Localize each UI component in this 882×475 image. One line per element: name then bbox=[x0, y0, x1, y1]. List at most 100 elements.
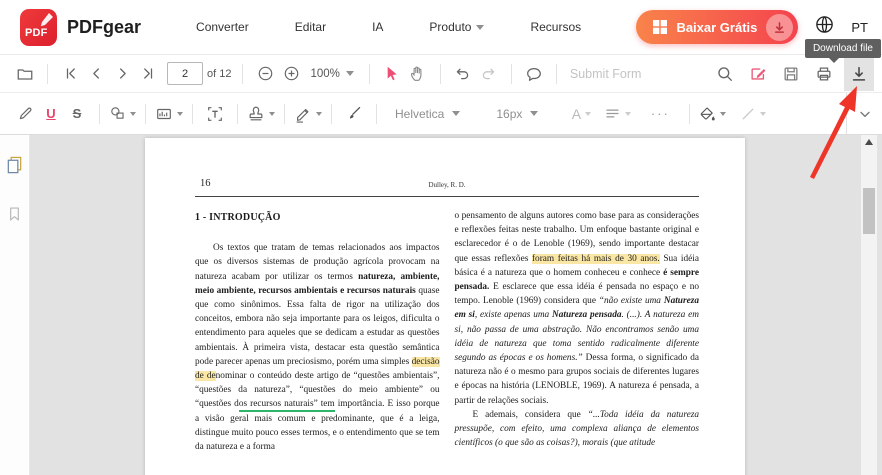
text-box-button[interactable] bbox=[202, 99, 228, 129]
pdf-page[interactable]: 16 Dulley, R. D. 1 - INTRODUÇÃO Os texto… bbox=[145, 138, 745, 475]
zoom-level-value: 100% bbox=[310, 67, 340, 80]
strikethrough-button[interactable]: S bbox=[64, 99, 90, 129]
logo-text: PDF bbox=[25, 26, 48, 39]
nav-ia[interactable]: IA bbox=[372, 20, 383, 34]
scroll-up-icon[interactable] bbox=[865, 139, 873, 145]
more-options-button[interactable]: ··· bbox=[647, 99, 673, 129]
bookmarks-panel-button[interactable] bbox=[6, 205, 23, 226]
bookmark-icon bbox=[10, 207, 19, 221]
page-number-input[interactable] bbox=[167, 62, 203, 85]
next-page-button[interactable] bbox=[109, 59, 135, 89]
open-file-button[interactable] bbox=[12, 59, 38, 89]
nav-editar[interactable]: Editar bbox=[295, 20, 326, 34]
font-color-button[interactable]: A bbox=[568, 99, 594, 129]
divider bbox=[689, 103, 691, 124]
form-edit-button[interactable] bbox=[745, 59, 771, 89]
running-head: Dulley, R. D. bbox=[428, 181, 466, 189]
select-tool-button[interactable] bbox=[379, 59, 405, 89]
chevron-left-icon bbox=[92, 68, 99, 79]
search-icon bbox=[718, 66, 732, 81]
zoom-level-select[interactable]: 100% bbox=[304, 68, 359, 80]
divider bbox=[376, 103, 377, 124]
chevron-down-icon bbox=[476, 24, 485, 30]
brush-button[interactable] bbox=[341, 99, 367, 129]
line-style-button[interactable] bbox=[740, 99, 767, 129]
submit-form-button[interactable]: Submit Form bbox=[570, 67, 642, 81]
divider bbox=[510, 63, 512, 84]
nav-produto[interactable]: Produto bbox=[429, 20, 485, 34]
divider bbox=[439, 63, 441, 84]
font-size-select[interactable]: 16px bbox=[492, 107, 542, 121]
stamp-button[interactable] bbox=[247, 99, 275, 129]
last-page-button[interactable] bbox=[135, 59, 161, 89]
paragraph: E ademais, considera que “...Toda idéia … bbox=[454, 409, 700, 449]
folder-icon bbox=[17, 68, 33, 80]
line-icon bbox=[742, 108, 754, 119]
divider bbox=[555, 63, 557, 84]
section-heading: 1 - INTRODUÇÃO bbox=[195, 212, 281, 223]
vertical-scrollbar[interactable] bbox=[861, 135, 877, 475]
chevron-down-icon bbox=[625, 111, 632, 116]
logo-pen-icon bbox=[40, 12, 53, 26]
cursor-icon bbox=[388, 66, 398, 81]
scrollbar-thumb[interactable] bbox=[863, 188, 875, 234]
last-page-icon bbox=[143, 68, 152, 79]
divider bbox=[331, 103, 332, 124]
fill-color-button[interactable] bbox=[699, 99, 727, 129]
print-button[interactable] bbox=[811, 59, 837, 89]
font-size-value: 16px bbox=[496, 106, 523, 121]
stamp-icon bbox=[249, 106, 263, 120]
redo-button[interactable] bbox=[476, 59, 502, 89]
download-tooltip: Download file bbox=[804, 39, 881, 63]
prev-page-button[interactable] bbox=[83, 59, 109, 89]
download-file-button[interactable] bbox=[844, 56, 874, 91]
comment-button[interactable] bbox=[521, 59, 547, 89]
chevron-down-icon bbox=[345, 71, 354, 76]
chevron-down-icon bbox=[585, 111, 592, 116]
document-canvas[interactable]: 16 Dulley, R. D. 1 - INTRODUÇÃO Os texto… bbox=[30, 135, 882, 475]
chevron-down-icon bbox=[130, 111, 136, 116]
chevron-right-icon bbox=[119, 68, 126, 79]
pages-icon bbox=[7, 156, 22, 174]
windows-logo-icon bbox=[653, 20, 668, 34]
shapes-button[interactable] bbox=[109, 99, 136, 129]
brand-name: PDFgear bbox=[67, 16, 142, 37]
font-family-value: Helvetica bbox=[395, 106, 445, 121]
chevron-down-icon bbox=[316, 111, 322, 116]
highlight-pen-button[interactable] bbox=[12, 99, 38, 129]
text-box-icon bbox=[208, 106, 222, 121]
divider bbox=[47, 63, 48, 84]
zoom-in-button[interactable] bbox=[278, 59, 304, 89]
first-page-button[interactable] bbox=[57, 59, 83, 89]
format-toolbar: U S Helvetica 16px A ··· bbox=[0, 93, 882, 135]
divider bbox=[237, 103, 238, 124]
first-page-icon bbox=[66, 68, 75, 79]
collapse-toolbar-button[interactable] bbox=[846, 93, 882, 134]
globe-icon[interactable] bbox=[814, 14, 835, 40]
chevron-down-icon bbox=[859, 111, 870, 117]
hand-tool-button[interactable] bbox=[405, 59, 431, 89]
zoom-out-button[interactable] bbox=[252, 59, 278, 89]
download-free-button[interactable]: Baixar Grátis bbox=[636, 10, 799, 44]
align-button[interactable] bbox=[604, 99, 632, 129]
signature-button[interactable] bbox=[294, 99, 322, 129]
nav-recursos[interactable]: Recursos bbox=[530, 20, 581, 34]
zoom-in-icon bbox=[284, 66, 299, 81]
paragraph: o pensamento de alguns autores como base… bbox=[454, 211, 700, 406]
font-family-select[interactable]: Helvetica bbox=[391, 107, 464, 121]
language-selector[interactable]: PT bbox=[851, 20, 868, 35]
font-color-icon: A bbox=[571, 105, 582, 122]
download-icon bbox=[852, 66, 866, 81]
image-button[interactable] bbox=[155, 99, 183, 129]
underline-button[interactable]: U bbox=[38, 99, 64, 129]
undo-button[interactable] bbox=[450, 59, 476, 89]
save-button[interactable] bbox=[778, 59, 804, 89]
pdfgear-logo[interactable]: PDF bbox=[20, 8, 57, 46]
nav-converter[interactable]: Converter bbox=[196, 20, 249, 34]
zoom-out-icon bbox=[258, 66, 273, 81]
save-icon bbox=[784, 67, 798, 80]
thumbnails-panel-button[interactable] bbox=[5, 155, 24, 179]
search-button[interactable] bbox=[712, 59, 738, 89]
hand-icon bbox=[411, 66, 422, 81]
chevron-down-icon bbox=[530, 111, 539, 116]
